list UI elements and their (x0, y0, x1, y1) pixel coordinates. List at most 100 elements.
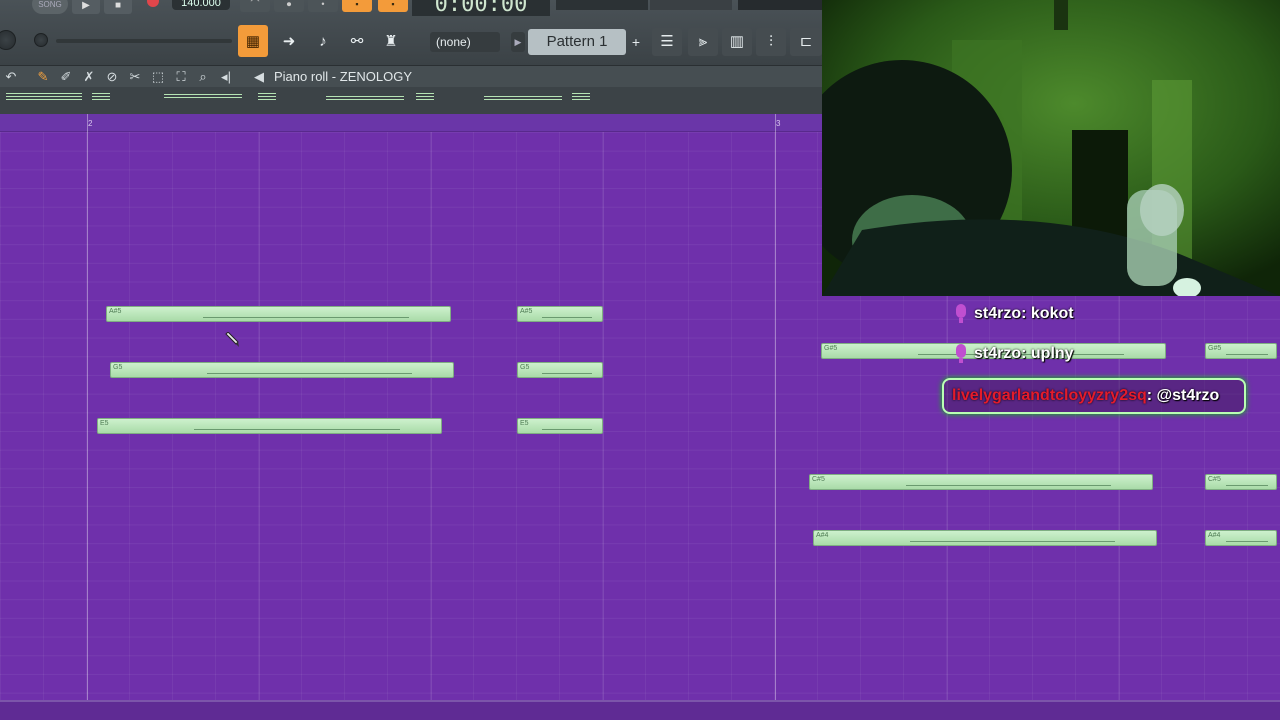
pattern-arrow-button[interactable]: ▶ (511, 32, 525, 52)
piano-roll-button[interactable]: ▦ (238, 25, 268, 57)
hint-bar (556, 0, 648, 10)
bar-line (87, 114, 88, 720)
chat-message: st4rzo: kokot (954, 304, 1074, 324)
piano-roll-title[interactable]: Piano roll - ZENOLOGY (274, 68, 412, 86)
note[interactable]: A#4 (813, 530, 1157, 546)
chat-username: livelygarlandtcloyyzry2sq (952, 387, 1147, 404)
link-icon: ⚯ (350, 33, 364, 50)
add-pattern-button[interactable]: + (628, 32, 644, 52)
bar-line (775, 114, 776, 720)
piano-roll-header: ↶ ✎ ✐ ✗ ⊘ ✂ ⬚ ⛶ ⌕ ◂| ◀ Piano roll - ZENO… (0, 66, 822, 87)
magnify-tool[interactable]: ⌕ (194, 68, 212, 86)
metronome-button[interactable]: ⌒ (240, 0, 270, 12)
piano-roll-icon: ▦ (245, 33, 261, 50)
channel-rack-button[interactable]: ⫸ (688, 28, 718, 56)
wait-button[interactable]: ⏺ (274, 0, 304, 12)
record-button[interactable] (144, 0, 162, 10)
countdown-button[interactable]: ▪ (342, 0, 372, 12)
note[interactable]: G5 (110, 362, 454, 378)
note[interactable]: C#5 (1205, 474, 1277, 490)
note[interactable]: A#5 (106, 306, 451, 322)
browser-button[interactable]: ⊏ (790, 28, 822, 56)
stretch-lines-icon (164, 94, 242, 104)
playback-tool[interactable]: ◂| (217, 68, 235, 86)
playlist-button[interactable]: ☰ (652, 28, 682, 56)
slice-icon: ✂ (129, 69, 141, 84)
transport-row: SONG ▶ ■ 140.000 ⌒ ⏺ • ▪ ▪ 0:00:00 (0, 0, 822, 18)
stamp-button[interactable]: ♜ (376, 25, 406, 57)
note[interactable]: G#5 (1205, 343, 1277, 359)
step-icon: • (321, 0, 325, 9)
step-edit-button[interactable]: • (308, 0, 338, 12)
mute-tool[interactable]: ⊘ (103, 68, 121, 86)
magnify-icon: ⌕ (199, 69, 207, 84)
paint-tool[interactable]: ✐ (57, 68, 75, 86)
pattern-selector[interactable]: (none) (430, 32, 500, 52)
menu-lines-icon[interactable] (258, 93, 276, 103)
chat-username: st4rzo (974, 345, 1022, 362)
arrow-right-icon: ➜ (282, 33, 296, 50)
paint-icon: ✐ (60, 69, 72, 84)
stop-button[interactable]: ■ (104, 0, 132, 14)
mixer-icon: ▥ (729, 33, 745, 50)
note[interactable]: E5 (97, 418, 442, 434)
pencil-tool[interactable]: ✎ (34, 68, 52, 86)
note[interactable]: C#5 (809, 474, 1153, 490)
note-label: E5 (100, 420, 109, 427)
bar-number: 3 (776, 119, 781, 128)
playlist-icon: ☰ (660, 33, 674, 50)
play-button[interactable]: ▶ (72, 0, 100, 14)
wait-icon: ⏺ (286, 0, 292, 9)
slice-tool[interactable]: ✂ (126, 68, 144, 86)
microphone-icon (954, 344, 968, 364)
chat-text: : kokot (1021, 305, 1074, 322)
cpu-meter (650, 0, 732, 10)
chevron-right-icon: ▶ (514, 37, 522, 47)
arrow-button[interactable]: ➜ (274, 25, 304, 57)
channel-rack-icon: ⫸ (698, 33, 708, 50)
tempo-display[interactable]: 140.000 (172, 0, 230, 10)
note[interactable]: A#5 (517, 306, 603, 322)
note-label: C#5 (812, 476, 825, 483)
highlighted-chat-message: livelygarlandtcloyyzry2sq: @st4rzo (942, 378, 1246, 414)
speaker-icon: ◀ (254, 69, 264, 84)
note[interactable]: A#4 (1205, 530, 1277, 546)
countdown-icon: ▪ (355, 0, 359, 9)
timeline-ruler[interactable]: 2 3 (0, 114, 822, 132)
master-pitch-knob[interactable] (34, 33, 48, 47)
loop-icon: ▪ (391, 0, 395, 9)
webcam-overlay (822, 0, 1280, 296)
horizontal-scrollbar[interactable] (0, 700, 1280, 720)
select-tool[interactable]: ⬚ (149, 68, 167, 86)
undo-button[interactable]: ↶ (2, 68, 20, 86)
menu-lines-icon[interactable] (572, 93, 590, 103)
delete-icon: ✗ (83, 69, 95, 84)
note[interactable]: E5 (517, 418, 603, 434)
beat-line (603, 132, 604, 720)
delete-tool[interactable]: ✗ (80, 68, 98, 86)
menu-lines-icon[interactable] (92, 93, 110, 103)
song-mode-toggle[interactable]: SONG (32, 0, 68, 14)
note-label: C#5 (1208, 476, 1221, 483)
zoom-tool[interactable]: ⛶ (172, 68, 190, 86)
metronome-icon: ⌒ (250, 0, 260, 9)
select-icon: ⬚ (151, 69, 165, 84)
chat-username: st4rzo (974, 305, 1022, 322)
note-label: G#5 (824, 345, 838, 352)
plugin-button[interactable]: ⫶ (756, 28, 786, 56)
preview-speaker-button[interactable]: ◀ (250, 68, 268, 86)
mixer-button[interactable]: ▥ (722, 28, 752, 56)
note-label: A#5 (520, 308, 533, 315)
master-slider[interactable] (56, 39, 232, 43)
pencil-icon: ✎ (37, 69, 49, 84)
link-button[interactable]: ⚯ (342, 25, 372, 57)
stretch-lines-icon (484, 96, 562, 106)
mute-icon: ⊘ (106, 69, 118, 84)
master-volume-knob[interactable] (0, 30, 16, 50)
draw-button[interactable]: ♪ (308, 25, 338, 57)
loop-record-button[interactable]: ▪ (378, 0, 408, 12)
menu-lines-icon[interactable] (416, 93, 434, 103)
oscilloscope (738, 0, 822, 10)
pattern-name-field[interactable]: Pattern 1 (528, 29, 626, 55)
note[interactable]: G5 (517, 362, 603, 378)
